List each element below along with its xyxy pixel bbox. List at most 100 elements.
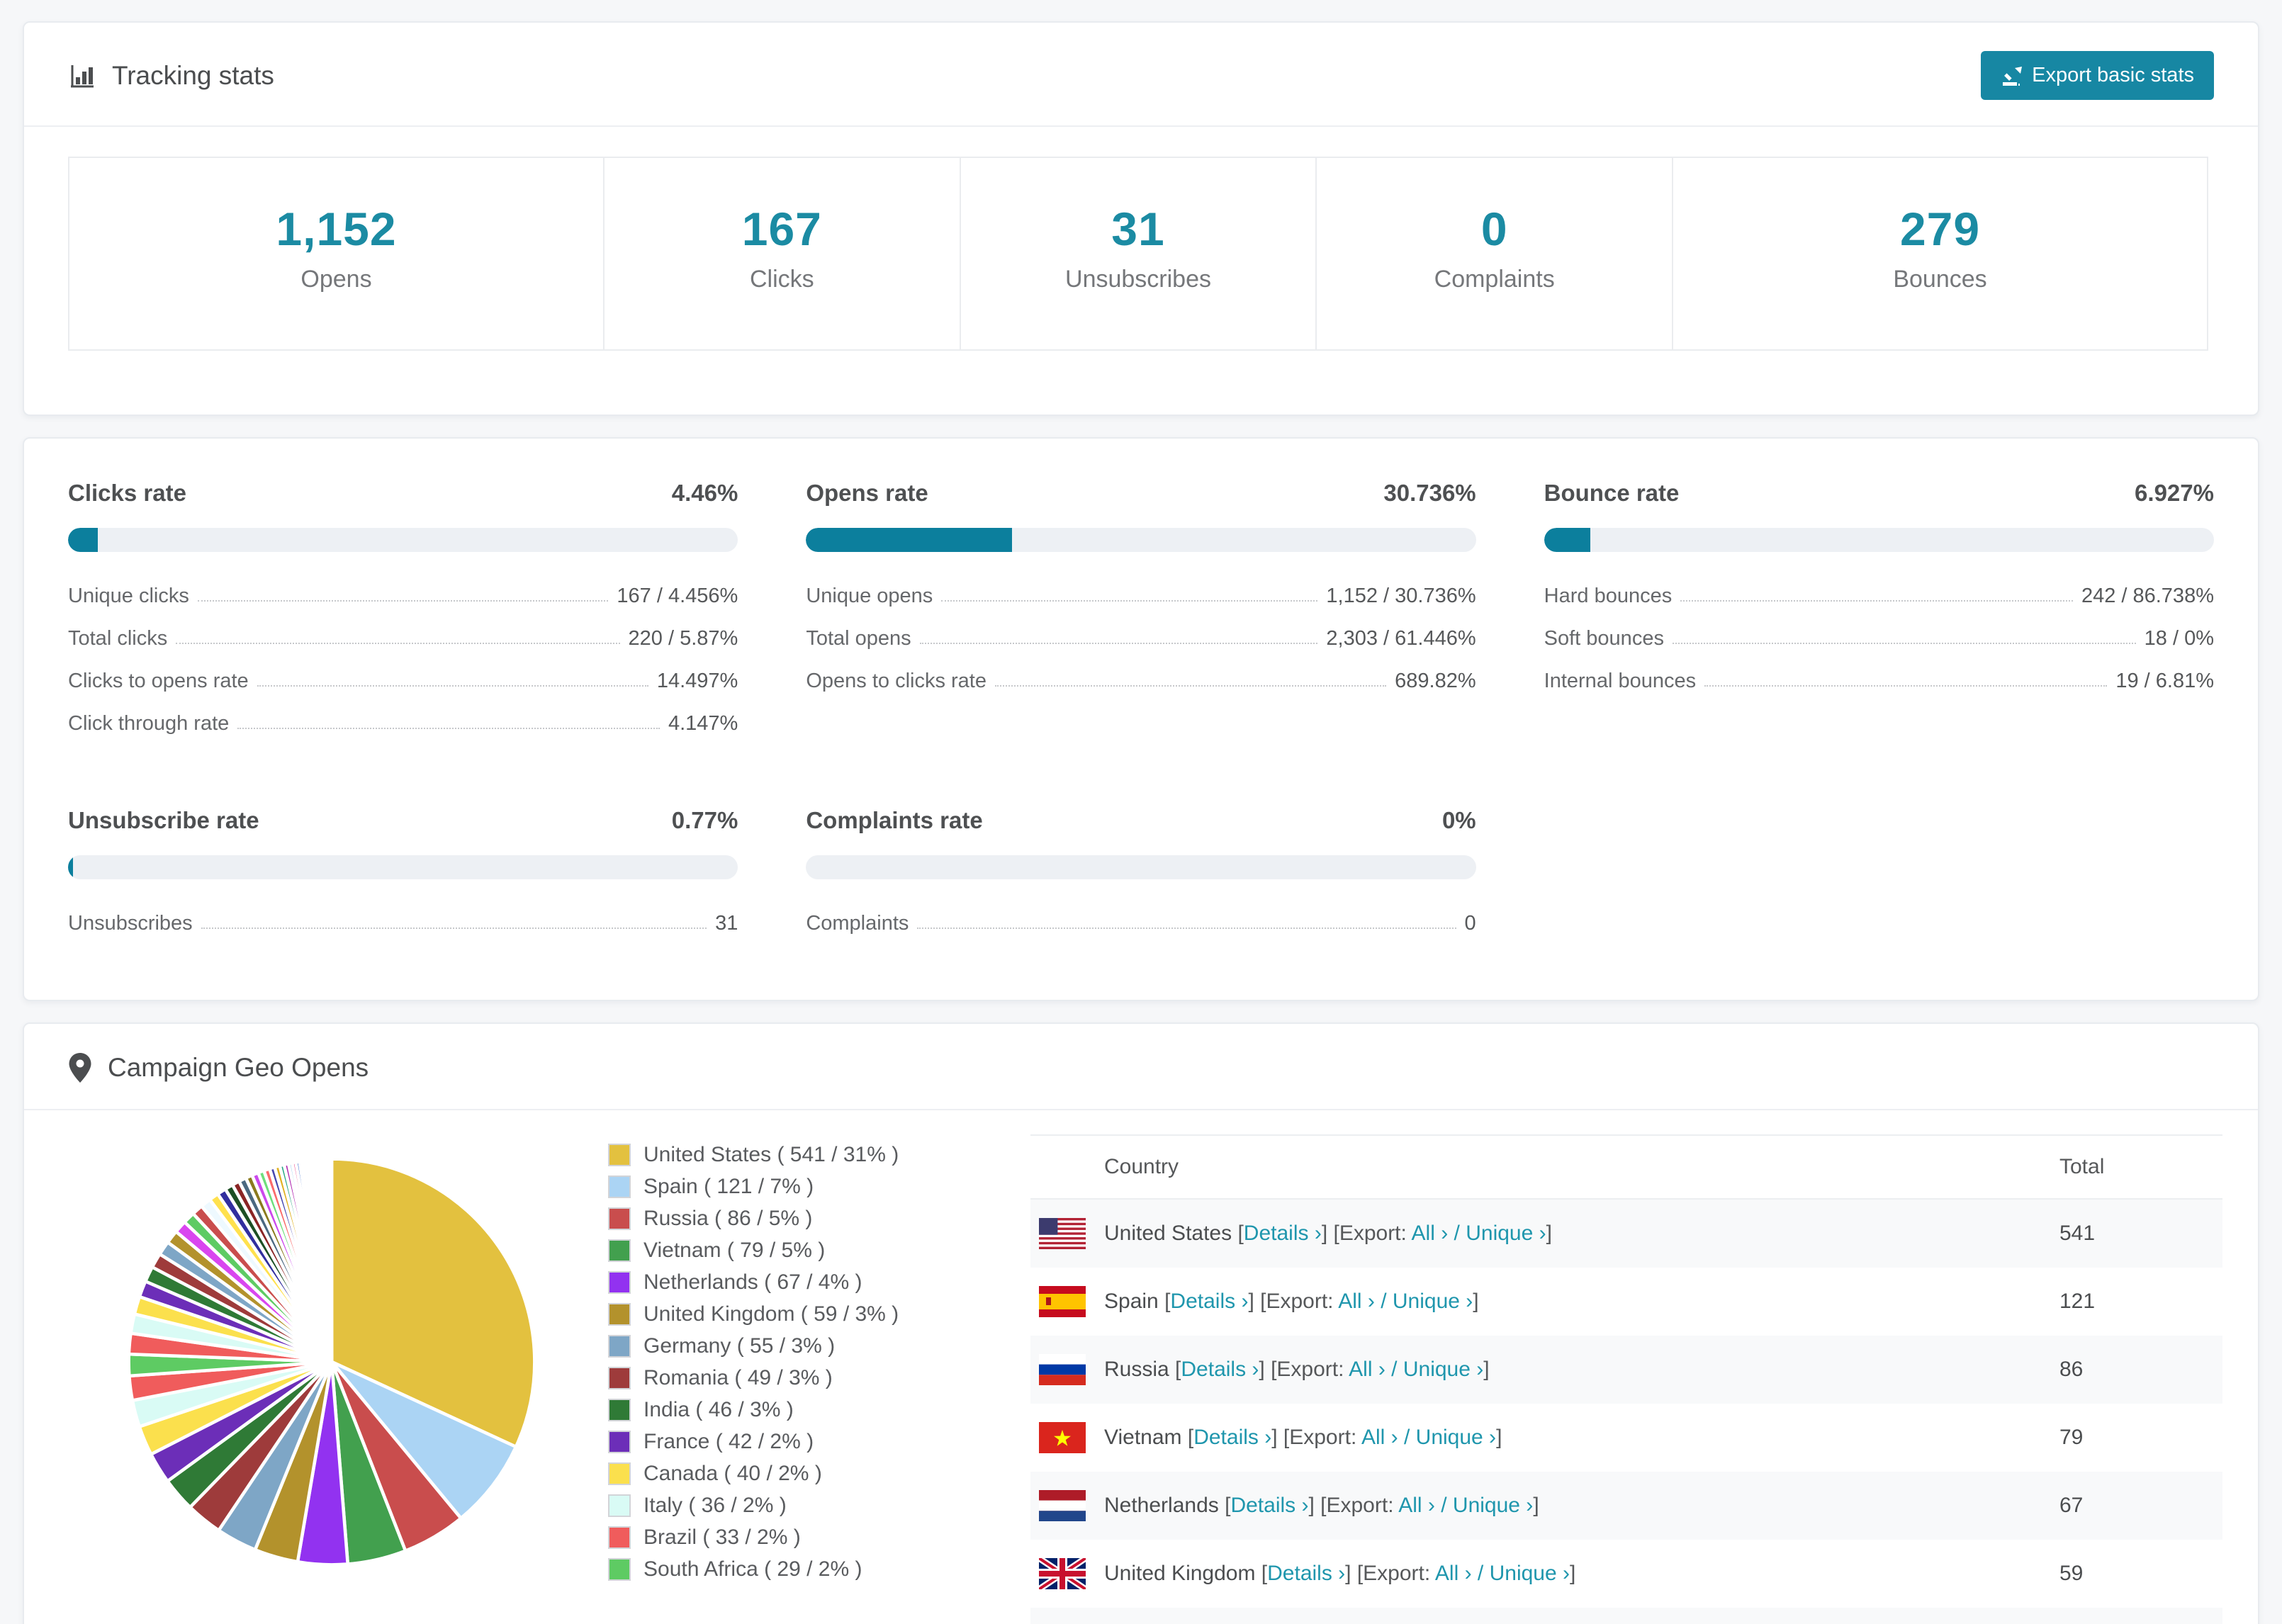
total-value: 79 [2059,1426,2084,1449]
punctuation: ] [1473,1290,1479,1313]
rate-row-value: 167 / 4.456% [617,585,738,607]
legend-label: France ( 42 / 2% ) [643,1430,814,1453]
punctuation: [ [1237,1222,1244,1245]
rate-row-value: 2,303 / 61.446% [1326,627,1476,650]
punctuation: [ [1187,1426,1194,1449]
dotted-leader [237,728,660,729]
geo-table-row: United States [Details ›] [Export: All ›… [1030,1200,2222,1268]
opens-stat-box: 1,152 Opens [68,157,605,351]
export-unique-link[interactable]: Unique › [1393,1290,1473,1313]
gb-flag-icon [1037,1555,1088,1592]
opens-rate-panel: Opens rate 30.736% Unique opens 1,152 / 30… [806,480,1476,692]
legend-item: Brazil ( 33 / 2% ) [608,1526,1005,1550]
details-link[interactable]: Details › [1170,1290,1248,1313]
rate-detail-row: Hard bounces 242 / 86.738% [1544,585,2214,608]
dotted-leader [1680,600,2073,602]
legend-swatch [608,1494,631,1517]
details-link[interactable]: Details › [1230,1494,1308,1517]
dotted-leader [201,927,707,929]
punctuation: ] [1546,1222,1552,1245]
link-separator: / [1448,1222,1466,1245]
bounce-rate-value: 6.927% [2135,480,2214,506]
export-all-link[interactable]: All › [1361,1426,1398,1449]
rate-row-value: 242 / 86.738% [2081,585,2214,607]
punctuation: ] [Export: [1248,1290,1339,1313]
campaign-geo-opens-card: Campaign Geo Opens United States ( 541 /… [23,1022,2259,1624]
rate-detail-row: Soft bounces 18 / 0% [1544,627,2214,650]
unsubscribe-rate-panel: Unsubscribe rate 0.77% Unsubscribes 31 [68,807,738,935]
rate-detail-row: Unsubscribes 31 [68,912,738,935]
export-all-link[interactable]: All › [1435,1562,1472,1585]
tracking-stats-header: Tracking stats Export basic stats [24,23,2258,127]
legend-item: Germany ( 55 / 3% ) [608,1334,1005,1358]
export-unique-link[interactable]: Unique › [1466,1222,1546,1245]
dotted-leader [941,600,1318,602]
geo-table-row: Netherlands [Details ›] [Export: All › /… [1030,1472,2222,1540]
es-flag-icon [1039,1286,1086,1317]
legend-swatch [608,1462,631,1485]
export-all-link[interactable]: All › [1398,1494,1435,1517]
ru-flag-icon [1039,1354,1086,1385]
details-link[interactable]: Details › [1267,1562,1345,1585]
link-separator: / [1398,1426,1416,1449]
details-link[interactable]: Details › [1244,1222,1322,1245]
legend-label: Spain ( 121 / 7% ) [643,1175,814,1198]
legend-swatch [608,1271,631,1294]
dotted-leader [176,643,620,644]
legend-swatch [608,1175,631,1198]
export-unique-link[interactable]: Unique › [1403,1358,1483,1381]
rate-detail-row: Total opens 2,303 / 61.446% [806,627,1476,650]
rate-row-value: 31 [715,912,738,935]
rate-detail-row: Unique clicks 167 / 4.456% [68,585,738,608]
geo-table-row: Spain [Details ›] [Export: All › / Uniqu… [1030,1268,2222,1336]
export-unique-link[interactable]: Unique › [1416,1426,1496,1449]
export-all-link[interactable]: All › [1338,1290,1375,1313]
legend-label: India ( 46 / 3% ) [643,1398,794,1421]
total-value: 59 [2059,1562,2084,1585]
legend-label: Germany ( 55 / 3% ) [643,1334,836,1358]
link-separator: / [1374,1290,1393,1313]
details-link[interactable]: Details › [1193,1426,1271,1449]
export-unique-link[interactable]: Unique › [1453,1494,1533,1517]
rate-row-label: Click through rate [68,712,230,735]
legend-swatch [608,1399,631,1421]
complaints-rate-bar [806,855,1476,879]
rate-row-label: Soft bounces [1544,627,1664,650]
rate-row-label: Hard bounces [1544,585,1673,607]
complaints-rate-value: 0% [1441,807,1476,833]
unsubscribe-rate-value: 0.77% [671,807,738,833]
export-all-link[interactable]: All › [1349,1358,1386,1381]
punctuation: ] [Export: [1271,1426,1361,1449]
complaints-rate-panel: Complaints rate 0% Complaints 0 [806,807,1476,935]
rate-row-label: Unsubscribes [68,912,193,935]
legend-label: Italy ( 36 / 2% ) [643,1494,787,1517]
rate-detail-row: Total clicks 220 / 5.87% [68,627,738,650]
bounces-count: 279 [1899,203,1981,255]
link-separator: / [1385,1358,1403,1381]
rate-detail-row: Complaints 0 [806,912,1476,935]
punctuation: ] [1496,1426,1502,1449]
legend-label: United Kingdom ( 59 / 3% ) [643,1302,899,1326]
total-value: 86 [2059,1358,2084,1381]
dotted-leader [1672,643,2136,644]
geo-table-row: Vietnam [Details ›] [Export: All › / Uni… [1030,1404,2222,1472]
rate-detail-row: Internal bounces 19 / 6.81% [1544,670,2214,693]
country-name: United Kingdom [1104,1562,1261,1585]
legend-swatch [608,1431,631,1453]
rate-row-label: Opens to clicks rate [806,670,987,692]
clicks-stat-box: 167 Clicks [603,157,961,351]
unsubscribes-count: 31 [1111,203,1165,255]
export-all-link[interactable]: All › [1412,1222,1449,1245]
legend-swatch [608,1144,631,1166]
legend-item: United States ( 541 / 31% ) [608,1143,1005,1167]
export-unique-link[interactable]: Unique › [1490,1562,1570,1585]
dotted-leader [257,685,648,687]
legend-label: Russia ( 86 / 5% ) [643,1207,813,1230]
bounces-stat-box: 279 Bounces [1672,157,2209,351]
nl-flag-icon [1039,1490,1086,1521]
legend-item: Netherlands ( 67 / 4% ) [608,1270,1005,1295]
export-basic-stats-button[interactable]: Export basic stats [1981,51,2214,100]
details-link[interactable]: Details › [1181,1358,1259,1381]
rate-row-value: 0 [1464,912,1476,935]
dotted-leader [197,600,609,602]
